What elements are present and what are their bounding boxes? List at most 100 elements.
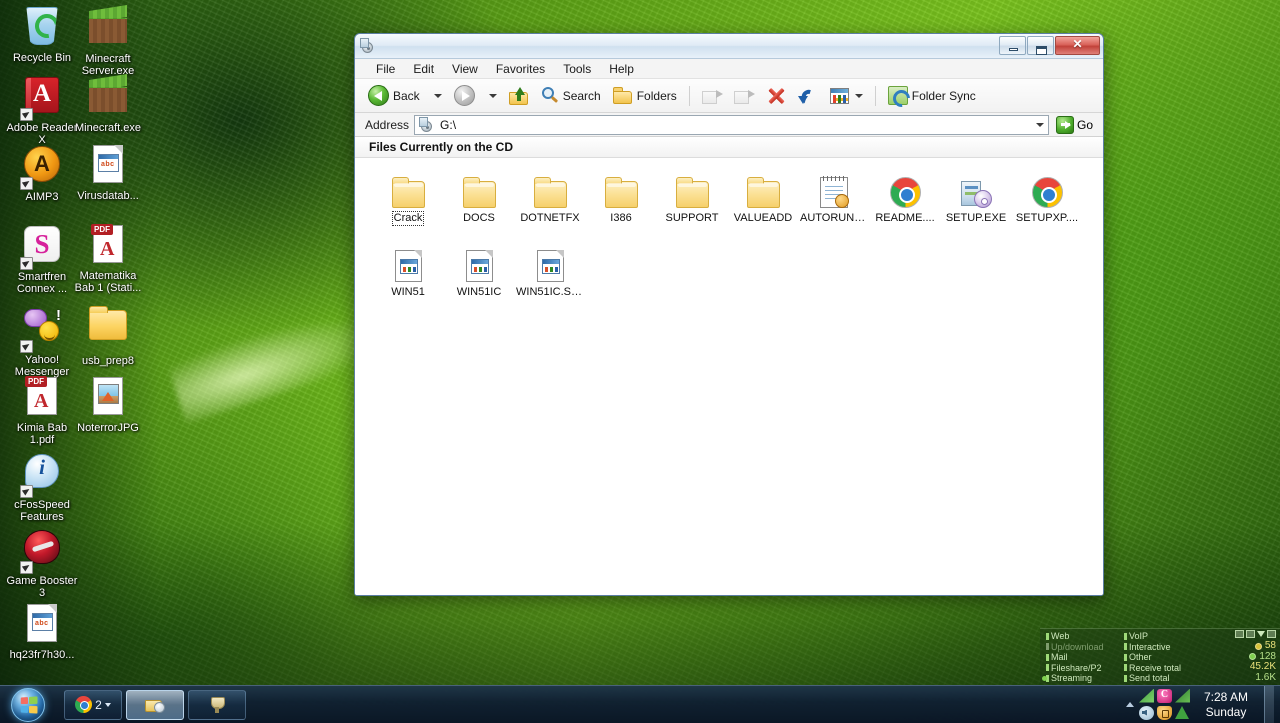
toolbar[interactable]: Back Search Folders Folder Sync [355,79,1103,113]
clock-day: Sunday [1205,704,1247,719]
desktop-icon-yahoo-messenger[interactable]: ! Yahoo! Messenger [6,303,78,378]
taskbar[interactable]: 2 7:28 AM Sunday [0,685,1280,723]
file-item-support[interactable]: SUPPORT [657,172,727,230]
antivirus-icon[interactable] [1174,705,1189,719]
chrome-icon [870,172,940,208]
back-history-dropdown[interactable] [427,92,447,100]
desktop-icon-hq23fr7h30[interactable]: abc hq23fr7h30... [6,601,78,662]
desktop-icon-kimia-bab-1-pdf[interactable]: PDF A Kimia Bab 1.pdf [6,374,78,446]
start-button[interactable] [4,687,52,723]
minimize-button[interactable] [999,36,1026,55]
desktop-icon-recycle-bin[interactable]: Recycle Bin [6,4,78,65]
menu-item-file[interactable]: File [367,62,404,76]
cfos-list-view-icon[interactable] [1235,630,1244,638]
toolbar-separator [874,85,876,106]
file-list-pane[interactable]: Crack DOCS DOTNETFX I386 SUPPORT VALUEADD AUTO… [355,158,1103,595]
cfosspeed-tray-icon[interactable] [1156,688,1172,703]
cfos-grid-view-icon[interactable] [1246,630,1255,638]
clock[interactable]: 7:28 AM Sunday [1196,690,1256,720]
cfosspeed-traffic-widget[interactable]: Web Up/download Mail Fileshare/P2 Streaming … [1040,628,1280,684]
move-to-button[interactable] [697,85,727,106]
copy-to-button[interactable] [729,85,759,106]
file-item-dotnetfx[interactable]: DOTNETFX [515,172,585,230]
chevron-down-icon [488,93,497,98]
maximize-button[interactable] [1027,36,1054,55]
chevron-down-icon[interactable] [1035,122,1044,127]
menu-item-favorites[interactable]: Favorites [487,62,554,76]
menu-item-view[interactable]: View [443,62,487,76]
desktop-icon-adobe-reader-x[interactable]: Adobe Reader X [6,73,78,146]
desktop-icon-smartfren-connex[interactable]: Smartfren Connex ... [6,222,78,295]
go-arrow-icon [1055,115,1074,134]
folder-sync-button[interactable]: Folder Sync [883,84,981,107]
back-button[interactable]: Back [363,83,425,108]
file-item-i386[interactable]: I386 [586,172,656,230]
folder-icon [728,172,798,208]
system-tray[interactable]: 7:28 AM Sunday [1125,685,1280,723]
taskbar-item-utorrent[interactable] [188,689,246,720]
network-activity-icon[interactable] [1174,688,1190,703]
cfos-widget-controls[interactable] [1235,630,1276,638]
cd-drive-icon [419,117,435,132]
volume-icon[interactable] [1138,705,1154,720]
taskbar-item-explorer[interactable] [126,689,184,720]
menu-item-help[interactable]: Help [600,62,643,76]
desktop-icon-label: Matematika Bab 1 (Stati... [74,270,142,294]
desktop-icon-usb-prep8[interactable]: usb_prep8 [72,303,144,368]
desktop-icon-minecraft-server-exe[interactable]: Minecraft Server.exe [72,4,144,77]
desktop-icon-cfosspeed-features[interactable]: cFosSpeed Features [6,449,78,523]
window-titlebar[interactable] [355,34,1103,59]
file-item-crack[interactable]: Crack [373,172,443,230]
address-input[interactable]: G:\ [414,114,1049,135]
cfos-left-row: Streaming [1046,673,1124,684]
yahoo-messenger-icon: ! [20,307,64,353]
file-item-setup-exe[interactable]: SETUP.EXE [941,172,1011,230]
close-button[interactable] [1055,36,1100,55]
explorer-window[interactable]: File Edit View Favorites Tools Help Back [354,33,1104,596]
desktop-icon-minecraft-exe[interactable]: Minecraft.exe [72,73,144,135]
desktop[interactable]: Recycle BinMinecraft Server.exeAdobe Rea… [0,0,1280,723]
chevron-down-icon [433,93,442,98]
file-item-valueadd[interactable]: VALUEADD [728,172,798,230]
desktop-icon-label: Kimia Bab 1.pdf [16,422,68,446]
folder-sync-icon [887,86,908,105]
file-item-win51ic-sp3[interactable]: WIN51IC.SP3 [515,246,585,304]
taskbar-tasks[interactable]: 2 [64,689,246,720]
folders-button[interactable]: Folders [608,85,682,106]
forward-history-dropdown[interactable] [482,92,502,100]
up-button[interactable] [504,85,534,107]
desktop-icon-virusdatab[interactable]: abc Virusdatab... [72,142,144,203]
undo-button[interactable] [793,84,823,107]
desktop-icon-game-booster-3[interactable]: Game Booster 3 [6,525,78,599]
file-item-setupxp[interactable]: SETUPXP.... [1012,172,1082,230]
cfos-left-row: Up/download [1046,642,1124,653]
tray-icon-grid[interactable] [1138,688,1191,721]
views-button[interactable] [825,86,868,106]
file-item-win51[interactable]: WIN51 [373,246,443,304]
file-item-win51ic[interactable]: WIN51IC [444,246,514,304]
cfos-dropdown-icon[interactable] [1257,631,1265,637]
desktop-icon-aimp3[interactable]: AIMP3 [6,142,78,204]
window-controls[interactable] [999,36,1100,55]
cfos-label: Web [1051,631,1070,641]
menu-item-tools[interactable]: Tools [554,62,600,76]
delete-button[interactable] [761,84,791,107]
taskbar-item-chrome[interactable]: 2 [64,689,122,720]
cfos-expand-icon[interactable] [1267,630,1276,638]
show-hidden-icons-icon[interactable] [1125,702,1134,707]
desktop-icon-matematika-bab-1-stati[interactable]: PDF A Matematika Bab 1 (Stati... [72,222,144,294]
network-icon[interactable] [1138,688,1154,703]
search-button[interactable]: Search [536,85,606,107]
menu-bar[interactable]: File Edit View Favorites Tools Help [355,59,1103,79]
menu-item-edit[interactable]: Edit [404,62,443,76]
file-item-readme[interactable]: README.... [870,172,940,230]
desktop-icon-noterrorjpg[interactable]: NoterrorJPG [72,374,144,435]
file-item-docs[interactable]: DOCS [444,172,514,230]
chrome-window-count: 2 [95,697,102,712]
address-bar[interactable]: Address G:\ Go [355,113,1103,137]
file-item-autorun-i[interactable]: AUTORUN.I... [799,172,869,230]
forward-button[interactable] [449,83,480,108]
go-button[interactable]: Go [1054,115,1098,135]
show-desktop-button[interactable] [1264,685,1274,723]
security-icon[interactable] [1156,705,1172,720]
